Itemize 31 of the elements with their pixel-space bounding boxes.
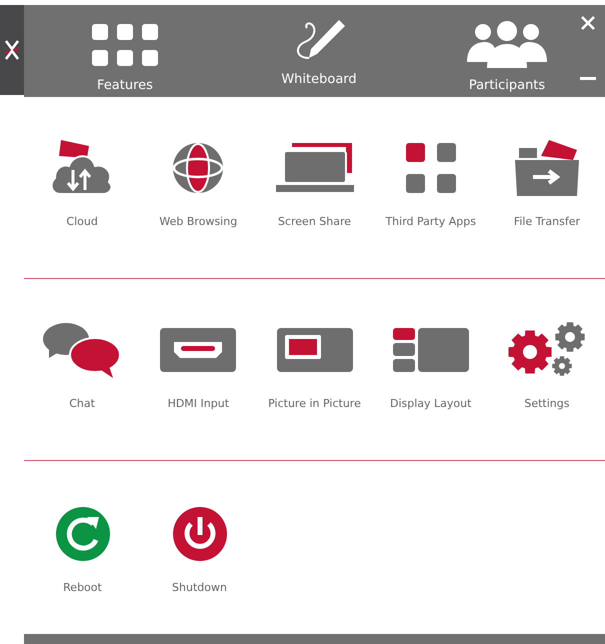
picture-in-picture-icon (276, 328, 352, 372)
minimize-icon[interactable] (580, 77, 596, 81)
feature-tile[interactable]: HDMI Input (140, 317, 256, 410)
feature-tile[interactable]: Settings (488, 317, 605, 410)
logo-icon (5, 39, 19, 61)
power-icon (172, 507, 226, 561)
grid-icon (406, 143, 456, 193)
close-icon[interactable] (580, 15, 596, 31)
header-tab[interactable]: Participants (457, 5, 557, 97)
laptop-icon (276, 143, 354, 193)
feature-tile[interactable]: Screen Share (256, 135, 373, 228)
globe-icon (171, 141, 226, 195)
feature-tile[interactable]: Chat (24, 317, 140, 410)
feature-tile[interactable]: Picture in Picture (256, 317, 373, 410)
grid-icon (92, 24, 158, 68)
folder-icon (514, 138, 579, 198)
feature-tile[interactable]: Reboot (24, 501, 141, 594)
feature-tile[interactable]: Shutdown (141, 501, 258, 594)
chat-icon (43, 322, 122, 378)
layout-icon (392, 328, 469, 372)
reboot-icon (56, 507, 110, 561)
feature-tile[interactable]: Cloud (24, 135, 140, 228)
feature-tile[interactable]: File Transfer (488, 135, 605, 228)
feature-tile[interactable]: Web Browsing (140, 135, 256, 228)
feature-tile[interactable]: Third Party Apps (372, 135, 489, 228)
people-icon (467, 20, 547, 68)
gears-icon (508, 322, 586, 378)
header-tab[interactable]: Whiteboard (271, 5, 367, 97)
header-tab[interactable]: Features (79, 5, 171, 97)
feature-tile[interactable]: Display Layout (372, 317, 489, 410)
hdmi-port-icon (160, 328, 236, 372)
